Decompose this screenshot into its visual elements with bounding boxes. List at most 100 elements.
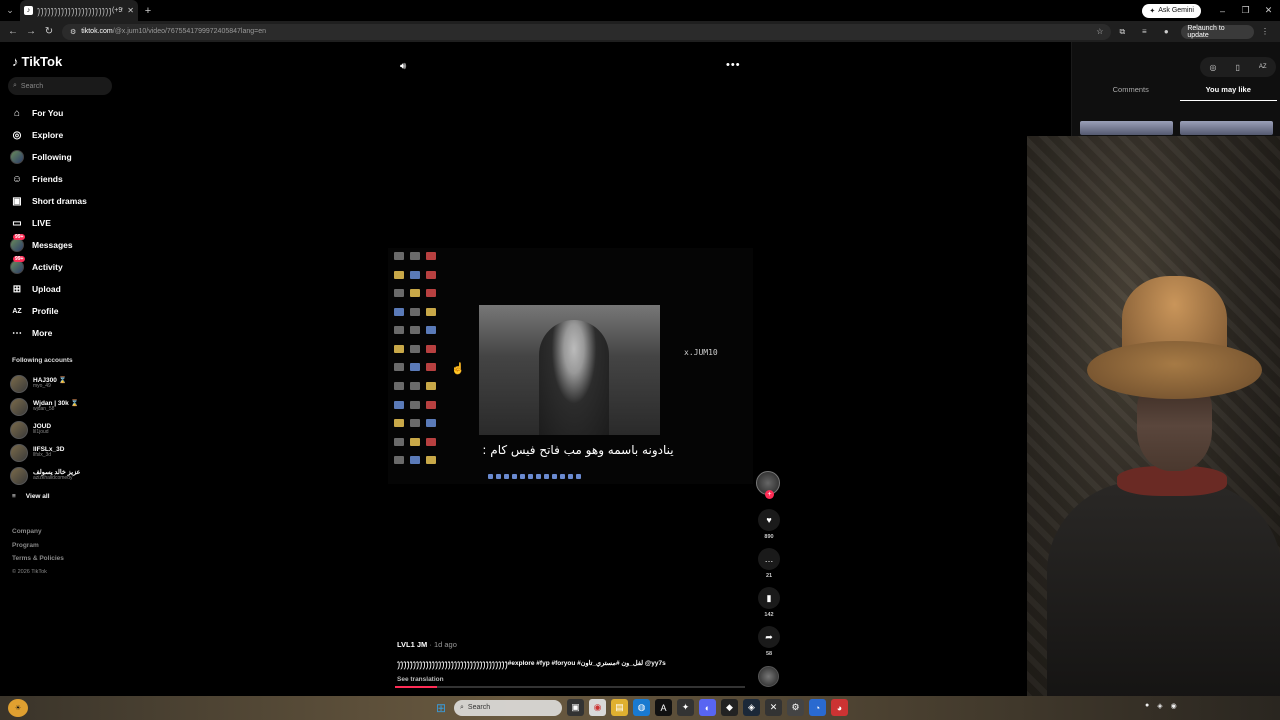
tray-app-icon[interactable]: ◈ [1157,702,1162,710]
compass-small-icon[interactable]: ◎ [1209,63,1216,72]
tiktok-logo[interactable]: ♪ TikTok [12,54,62,69]
footer-links: Company Program Terms & Policies © 2026 … [12,525,64,579]
footer-terms-link[interactable]: Terms & Policies [12,552,64,566]
video-description: ꫂꫂꫂꫂꫂꫂꫂꫂꫂꫂꫂꫂꫂꫂꫂꫂꫂꫂꫂꫂꫂꫂꫂꫂꫂꫂꫂꫂꫂꫂꫂꫂꫂꫂꫂ#expl… [397,660,666,667]
nav-profile[interactable]: AZ Profile [10,300,125,322]
windows-start-icon[interactable]: ⊞ [433,700,449,716]
tab-search-icon[interactable]: ⌄ [0,0,20,21]
share-action[interactable]: ➦ 58 [756,626,782,657]
list-item[interactable]: lIFSLx_3D llfslx_3d [10,441,125,464]
list-item[interactable]: Wjdan | 30k ⌛ wjdan_58 [10,395,125,418]
share-icon[interactable]: ➦ [758,626,780,648]
close-tab-icon[interactable]: ✕ [127,6,134,15]
list-item[interactable]: عزيز خالد يسولف azizkhalidcomedy [10,464,125,487]
like-action[interactable]: ♥ 890 [756,509,782,540]
downloads-icon[interactable]: ≡ [1133,27,1155,36]
edge-icon[interactable]: ◍ [633,699,650,716]
settings-icon[interactable]: ⚙ [787,699,804,716]
tray-network-icon[interactable]: ◉ [1171,702,1177,710]
nav-for-you[interactable]: ⌂ For You [10,102,125,124]
heart-icon[interactable]: ♥ [758,509,780,531]
see-translation-link[interactable]: See translation [397,676,747,683]
panel-toolbar: ◎ ▯ AZ [1200,57,1276,77]
relaunch-button[interactable]: Relaunch to update [1181,24,1254,39]
game-icon[interactable]: ✦ [677,699,694,716]
messages-badge: 99+ [13,234,26,240]
xbox-icon[interactable]: ✕ [765,699,782,716]
nav-live[interactable]: ▭ LIVE [10,212,125,234]
nav-label: Short dramas [32,196,87,206]
recommended-thumbnail[interactable] [1180,121,1273,135]
view-all-button[interactable]: ≡ View all [12,493,50,500]
bookmark-star-icon[interactable]: ☆ [1096,27,1103,36]
reload-button[interactable]: ↻ [40,26,58,37]
minimize-button[interactable]: – [1211,6,1234,16]
app-icon[interactable]: ◕ [831,699,848,716]
search-input[interactable]: ⌕ Search [8,77,112,95]
follow-plus-icon[interactable]: + [765,490,774,499]
nav-label: LIVE [32,218,51,228]
site-info-icon[interactable]: ⚙ [70,28,76,36]
footer-company-link[interactable]: Company [12,525,64,539]
save-action[interactable]: ▮ 142 [756,587,782,618]
profile-initials-icon[interactable]: AZ [1259,64,1267,70]
nav-upload[interactable]: ⊞ Upload [10,278,125,300]
video-progress-fill [395,686,437,688]
maximize-button[interactable]: ❐ [1234,5,1257,16]
bookmark-icon[interactable]: ▮ [758,587,780,609]
tray-dot-icon[interactable]: ● [1145,702,1149,710]
profile-avatar-icon[interactable]: ● [1155,27,1177,36]
ask-gemini-button[interactable]: ✦ Ask Gemini [1142,3,1201,18]
new-tab-button[interactable]: + [138,5,158,17]
nav-friends[interactable]: ☺ Friends [10,168,125,190]
recommended-thumbnail[interactable] [1080,121,1173,135]
avatar [10,443,28,462]
creator-avatar[interactable]: + [756,471,780,499]
panel-tabs: Comments You may like [1082,85,1277,101]
list-item[interactable]: JOUD lil1joud [10,418,125,441]
volume-icon[interactable]: 🔊︎ [400,61,406,72]
tab-comments[interactable]: Comments [1082,85,1180,101]
video-player[interactable]: x.JUM10 ينادونه باسمه وهو مب فاتح فيس كا… [388,248,753,484]
video-author[interactable]: LVL1 JM · 1d ago [397,640,747,649]
webcam-jacket [1047,481,1280,699]
comment-icon[interactable]: … [758,548,780,570]
nav-label: Explore [32,130,64,140]
taskbar-search[interactable]: ⌕ Search [454,699,562,716]
nvidia-icon[interactable]: A [655,699,672,716]
nav-label: Friends [32,174,63,184]
nav-activity[interactable]: 99+ Activity [10,256,125,278]
extensions-icon[interactable]: ⧉ [1111,27,1133,37]
tab-you-may-like[interactable]: You may like [1179,85,1277,101]
file-explorer-icon[interactable]: ▤ [611,699,628,716]
device-icon[interactable]: ▯ [1235,63,1239,72]
back-button[interactable]: ← [4,26,22,37]
address-bar[interactable]: ⚙ tiktok.com/@x.jum10/video/767554179997… [61,23,1112,40]
list-item[interactable]: HAJ300 ⌛ myo_49 [10,372,125,395]
footer-program-link[interactable]: Program [12,539,64,553]
comment-action[interactable]: … 21 [756,548,782,579]
close-window-button[interactable]: ✕ [1257,5,1280,16]
nav-short-dramas[interactable]: ▣ Short dramas [10,190,125,212]
task-view-icon[interactable]: ▣ [567,699,584,716]
nav-following[interactable]: Following [10,146,125,168]
nav-more[interactable]: ⋯ More [10,322,125,344]
music-disc-avatar[interactable] [758,666,779,687]
drama-icon: ▣ [12,195,22,207]
nav-messages[interactable]: 99+ Messages [10,234,125,256]
nav-explore[interactable]: ◎ Explore [10,124,125,146]
discord-icon[interactable]: ◐ [699,699,716,716]
chrome-icon[interactable]: ◉ [589,699,606,716]
epic-icon[interactable]: ◆ [721,699,738,716]
forward-button[interactable]: → [22,26,40,37]
menu-icon[interactable]: ⋮ [1254,27,1276,36]
more-options-icon[interactable]: ••• [726,59,741,71]
browser-tab[interactable]: ♪ ꫂꫂꫂꫂꫂꫂꫂꫂꫂꫂꫂꫂꫂꫂꫂꫂꫂꫂꫂꫂꫂꫂ(+99) ✕ [20,0,138,21]
weather-icon[interactable]: ☀ [8,699,28,717]
video-progress-bar[interactable] [395,686,745,688]
steam-icon[interactable]: ◈ [743,699,760,716]
nav-label: Profile [32,306,59,316]
author-name[interactable]: LVL1 JM [397,640,427,649]
os-taskbar: ☀ ⊞ ⌕ Search ▣ ◉ ▤ ◍ A ✦ ◐ ◆ ◈ ✕ ⚙ ◔ ◕ ●… [0,696,1280,720]
app-icon[interactable]: ◔ [809,699,826,716]
